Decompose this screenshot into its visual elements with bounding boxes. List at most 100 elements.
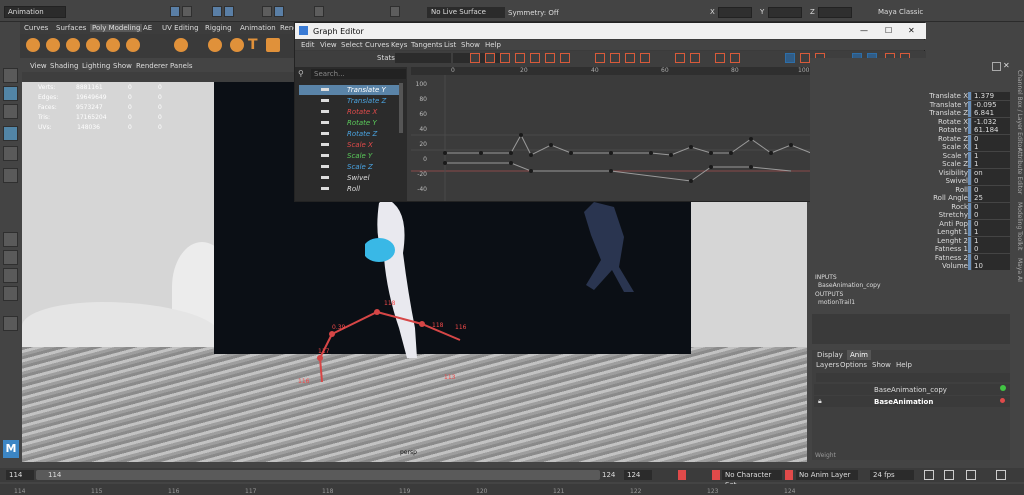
outliner-row[interactable]: Rotate Y	[299, 118, 399, 128]
break-tangents-icon[interactable]	[595, 53, 605, 63]
channel-value-field[interactable]: 0	[972, 245, 1010, 253]
output-item[interactable]: motionTrail1	[818, 299, 855, 306]
move-tool-icon[interactable]	[3, 86, 18, 101]
channel-value-field[interactable]: 1	[972, 151, 1010, 160]
channel-label[interactable]: Rotate Z	[920, 135, 968, 143]
snap-grid-icon[interactable]	[212, 6, 222, 17]
outliner-row[interactable]: Scale Y	[299, 151, 399, 161]
side-tab-attribute-editor[interactable]: Attribute Editor	[1013, 148, 1023, 194]
channel-label[interactable]: Lenght 1	[920, 228, 968, 236]
outliner-scrollbar[interactable]	[399, 83, 403, 133]
start-frame-field[interactable]: 114	[6, 470, 34, 480]
outliner-search-input[interactable]: Search...	[311, 69, 406, 79]
channel-label[interactable]: Rotate X	[920, 118, 968, 126]
outliner-row[interactable]: Translate Y	[299, 85, 399, 95]
tangent-linear-icon[interactable]	[500, 53, 510, 63]
shelf-tab-rigging[interactable]: Rigging	[205, 24, 232, 32]
channel-value-field[interactable]: 25	[972, 194, 1010, 202]
tangent-flat-icon[interactable]	[515, 53, 525, 63]
channel-value-field[interactable]: 0	[972, 219, 1010, 228]
free-weight-icon[interactable]	[625, 53, 635, 63]
outliner-row[interactable]: Rotate Z	[299, 129, 399, 139]
viewport-menu-lighting[interactable]: Lighting	[82, 62, 110, 70]
channel-label[interactable]: Volume	[920, 262, 968, 270]
buffer-curve-icon[interactable]	[675, 53, 685, 63]
anim-layer-field[interactable]: No Anim Layer	[796, 470, 858, 480]
layer-menu-layers[interactable]: Layers	[816, 361, 839, 369]
snap-curve-icon[interactable]	[224, 6, 234, 17]
unify-tangents-icon[interactable]	[610, 53, 620, 63]
layer-menu-help[interactable]: Help	[896, 361, 912, 369]
channel-label[interactable]: Fatness 2	[920, 254, 968, 262]
history-icon[interactable]	[262, 6, 272, 17]
channel-label[interactable]: Roll	[920, 186, 968, 194]
ge-menu-show[interactable]: Show	[461, 41, 480, 49]
channel-value-field[interactable]: 61.184	[972, 126, 1010, 134]
channel-value-field[interactable]: 0	[972, 134, 1010, 143]
side-tab-modeling-toolkit[interactable]: Modeling Toolkit	[1013, 202, 1023, 250]
layer-name-base[interactable]: BaseAnimation	[874, 398, 933, 406]
ik-icon[interactable]	[230, 38, 244, 52]
live-surface-field[interactable]: No Live Surface	[427, 7, 505, 18]
channel-label[interactable]: Translate Y	[920, 101, 968, 109]
outliner-row[interactable]: Rotate X	[299, 107, 399, 117]
ge-menu-curves[interactable]: Curves	[365, 41, 389, 49]
ge-menu-help[interactable]: Help	[485, 41, 501, 49]
channel-value-field[interactable]: 0	[972, 211, 1010, 219]
outliner-row[interactable]: Scale Z	[299, 162, 399, 172]
layout-single-icon[interactable]	[3, 232, 18, 247]
sound-icon[interactable]	[966, 470, 976, 480]
prefs-icon[interactable]	[996, 470, 1006, 480]
outliner-row[interactable]: Translate Z	[299, 96, 399, 106]
maximize-icon[interactable]: ☐	[885, 26, 892, 35]
layout-grid-icon[interactable]	[3, 286, 18, 301]
input-item[interactable]: BaseAnimation_copy	[818, 282, 881, 289]
paint-select-icon[interactable]	[3, 104, 18, 119]
viewport-menu-panels[interactable]: Panels	[170, 62, 193, 70]
magnet-icon[interactable]	[390, 6, 400, 17]
stats-field-1[interactable]	[395, 53, 451, 63]
torus-icon[interactable]	[126, 38, 140, 52]
channel-value-field[interactable]: 1	[972, 160, 1010, 168]
render-icon[interactable]	[274, 6, 284, 17]
cone-icon[interactable]	[86, 38, 100, 52]
playback-options-icon[interactable]	[924, 470, 934, 480]
channel-label[interactable]: Visibility	[920, 169, 968, 177]
text-tool-icon[interactable]: T	[248, 37, 258, 53]
plane-icon[interactable]	[106, 38, 120, 52]
search-filter-icon[interactable]: ⚲	[298, 69, 308, 79]
ge-menu-keys[interactable]: Keys	[391, 41, 407, 49]
graph-editor-titlebar[interactable]: Graph Editor — ☐ ✕	[295, 23, 926, 39]
channel-value-field[interactable]: 0	[972, 253, 1010, 262]
channel-value-field[interactable]: 6.841	[972, 109, 1010, 117]
tangent-auto-icon[interactable]	[560, 53, 570, 63]
ge-menu-tangents[interactable]: Tangents	[411, 41, 442, 49]
ipr-icon[interactable]	[314, 6, 324, 17]
cube-icon[interactable]	[46, 38, 60, 52]
outliner-row[interactable]: Roll	[299, 184, 399, 194]
infinity-icon[interactable]	[715, 53, 725, 63]
layer-tab-display[interactable]: Display	[815, 351, 845, 359]
side-tab-channel-box[interactable]: Channel Box / Layer Editor	[1013, 70, 1023, 150]
channel-label[interactable]: Roll Angle	[920, 194, 968, 202]
channel-label[interactable]: Swivel	[920, 177, 968, 185]
channel-label[interactable]: Scale Y	[920, 152, 968, 160]
ge-menu-edit[interactable]: Edit	[301, 41, 315, 49]
layer-lock-icon[interactable]: 🔒︎	[818, 397, 822, 406]
end-frame-field[interactable]: 124	[624, 470, 652, 480]
joint-icon[interactable]	[208, 38, 222, 52]
outliner-row[interactable]: Swivel	[299, 173, 399, 183]
workspace-label[interactable]: Maya Classic	[878, 8, 923, 16]
sphere-icon[interactable]	[26, 38, 40, 52]
channel-label[interactable]: Fatness 1	[920, 245, 968, 253]
channel-label[interactable]: Lenght 2	[920, 237, 968, 245]
outliner-row[interactable]: Scale X	[299, 140, 399, 150]
channel-value-field[interactable]: 10	[972, 262, 1010, 270]
layout-four-icon[interactable]	[3, 250, 18, 265]
shelf-tab-ae[interactable]: AE	[143, 24, 152, 32]
cylinder-icon[interactable]	[66, 38, 80, 52]
viewport-menu-show[interactable]: Show	[113, 62, 132, 70]
channel-box-pin-icon[interactable]	[992, 62, 1001, 71]
shelf-tab-poly-modeling[interactable]: Poly Modeling	[90, 24, 143, 32]
ge-menu-view[interactable]: View	[320, 41, 337, 49]
